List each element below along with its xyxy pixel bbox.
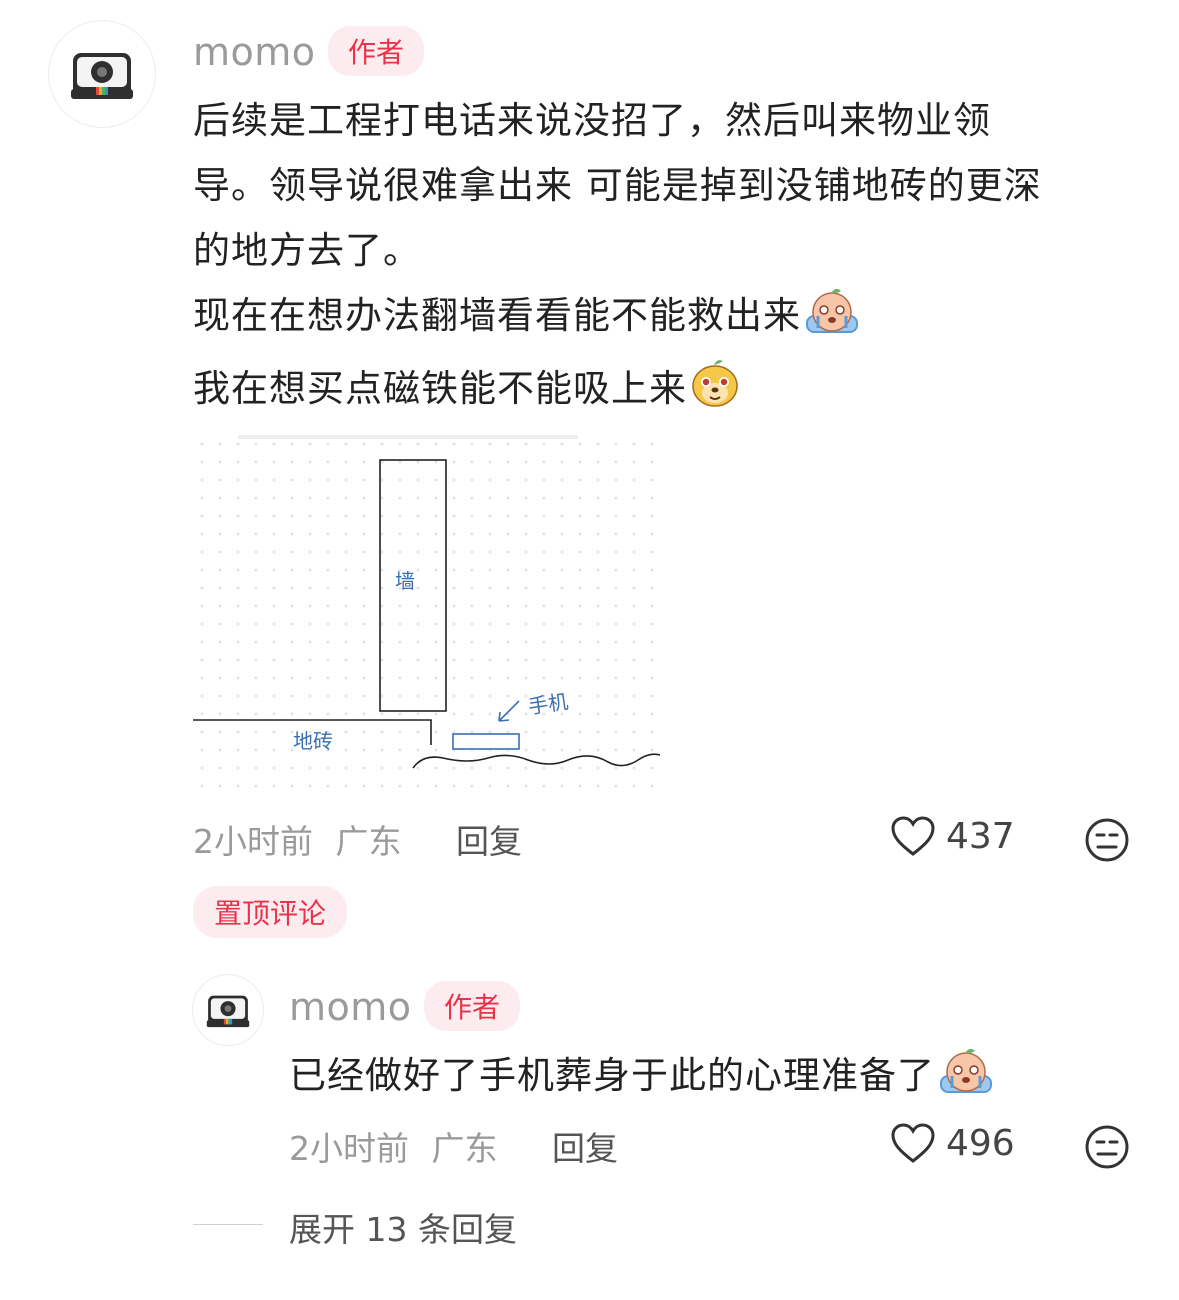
- tile-label: 地砖: [293, 729, 333, 753]
- comment-time: 2小时前: [193, 822, 313, 861]
- reply-button[interactable]: 回复: [456, 815, 522, 863]
- comment-line: 现在在想办法翻墙看看能不能救出来: [193, 283, 1153, 356]
- reply-time: 2小时前: [289, 1129, 409, 1168]
- like-button[interactable]: 437: [890, 815, 1015, 857]
- puppy-face-emoji-icon: [689, 357, 741, 429]
- heart-icon: [891, 816, 935, 856]
- crying-emoji-icon: [803, 286, 861, 356]
- comment-meta: 2小时前 广东: [193, 815, 402, 863]
- expand-suffix: 条回复: [418, 1210, 517, 1249]
- meh-face-icon: [1085, 1125, 1129, 1169]
- pinned-badge: 置顶评论: [193, 886, 347, 938]
- dislike-button[interactable]: [1084, 1124, 1130, 1174]
- author-badge: 作者: [424, 981, 520, 1031]
- dislike-button[interactable]: [1084, 817, 1130, 867]
- crying-emoji-icon: [937, 1046, 995, 1116]
- wall-label: 墙: [395, 569, 415, 593]
- like-count: 496: [946, 1122, 1015, 1164]
- camera-avatar-icon: [71, 53, 133, 99]
- comment-location: 广东: [335, 822, 402, 861]
- heart-icon: [891, 1123, 935, 1163]
- like-count: 437: [946, 815, 1015, 857]
- like-button[interactable]: 496: [890, 1122, 1015, 1164]
- avatar[interactable]: [48, 20, 156, 128]
- comment-body: 后续是工程打电话来说没招了，然后叫来物业领 导。领导说很难拿出来 可能是掉到没铺…: [193, 88, 1153, 429]
- comment-line: 后续是工程打电话来说没招了，然后叫来物业领: [193, 99, 991, 142]
- reply-meta: 2小时前 广东: [289, 1122, 498, 1170]
- meh-face-icon: [1085, 818, 1129, 862]
- reply-location: 广东: [431, 1129, 498, 1168]
- expand-prefix: 展开: [289, 1210, 355, 1249]
- reply-body: 已经做好了手机葬身于此的心理准备了: [289, 1043, 1149, 1116]
- camera-avatar-icon: [206, 995, 250, 1028]
- phone-label: 手机: [526, 689, 570, 719]
- reply-avatar[interactable]: [192, 974, 264, 1046]
- reply-button[interactable]: 回复: [552, 1122, 618, 1170]
- reply-text: 已经做好了手机葬身于此的心理准备了: [289, 1054, 935, 1097]
- comment-line: 的地方去了。: [193, 229, 421, 272]
- author-badge: 作者: [328, 26, 424, 76]
- expand-divider: [193, 1224, 263, 1225]
- reply-author[interactable]: momo: [289, 985, 412, 1029]
- expand-replies-button[interactable]: 展开 13 条回复: [289, 1203, 517, 1251]
- expand-count: 13: [365, 1210, 408, 1249]
- comment-line: 导。领导说很难拿出来 可能是掉到没铺地砖的更深: [193, 164, 1042, 207]
- comment-image[interactable]: 墙 手机 地砖: [193, 435, 668, 795]
- comment-author[interactable]: momo: [193, 30, 316, 74]
- comment-line: 我在想买点磁铁能不能吸上来: [193, 356, 1153, 429]
- wall-phone-sketch: [193, 435, 661, 769]
